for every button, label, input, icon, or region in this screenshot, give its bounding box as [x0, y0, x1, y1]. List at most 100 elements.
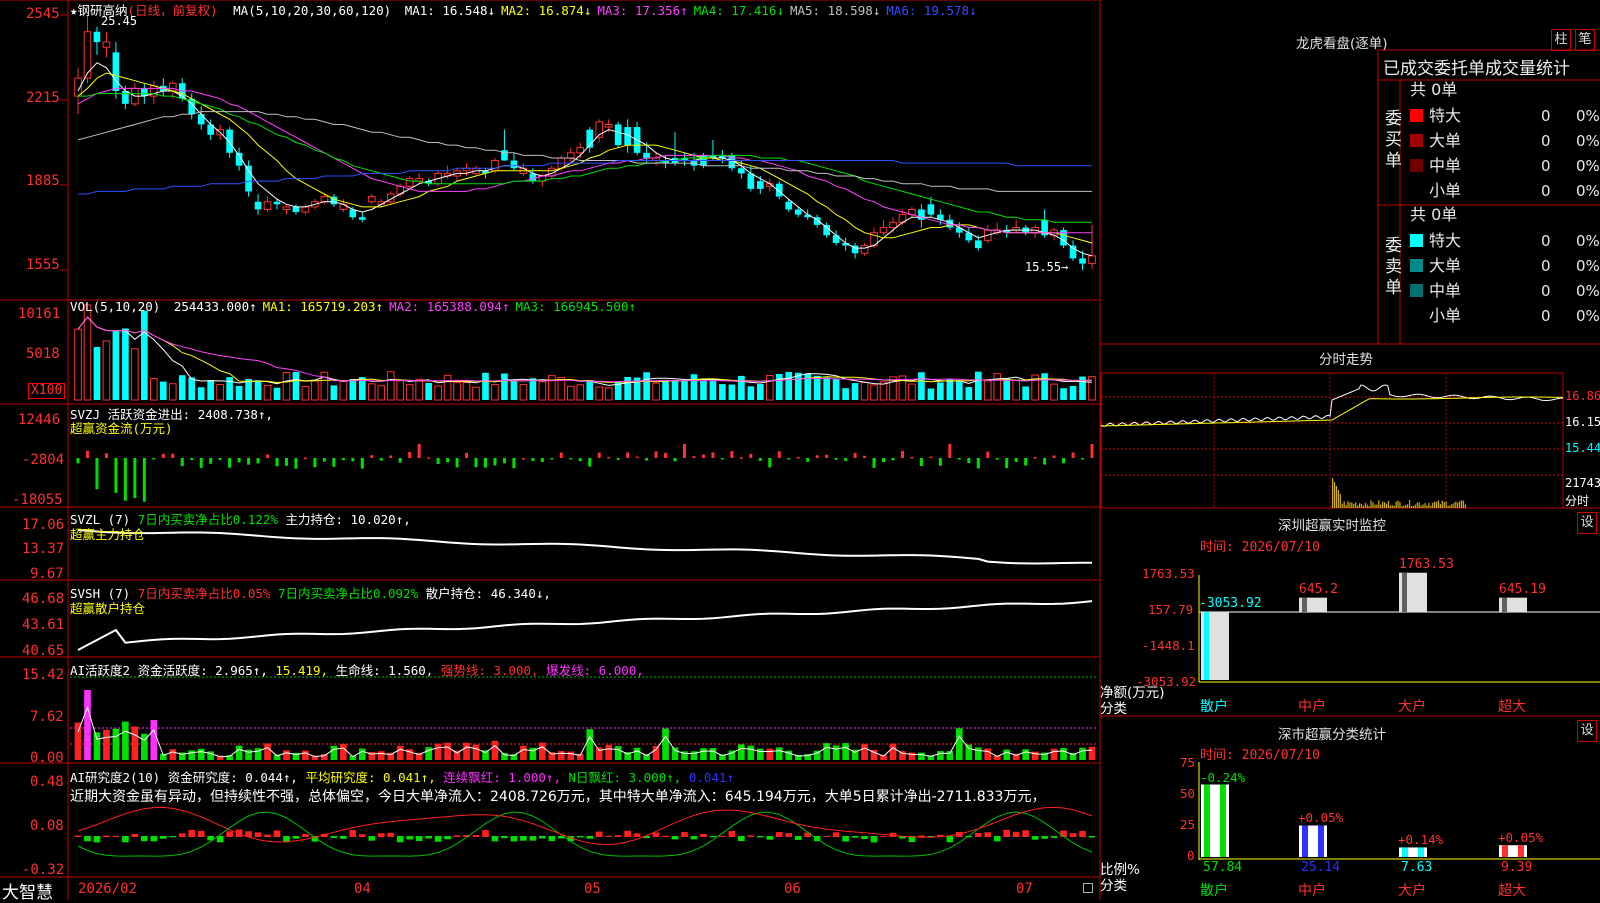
- ai-research-l5: 0.041↑: [688, 770, 734, 785]
- buy-row-label: 中单: [1429, 156, 1462, 175]
- volume-bar: [462, 382, 471, 401]
- fund-flow-bar: [569, 458, 573, 460]
- fund-flow-bar: [919, 458, 923, 467]
- activity-bar: [150, 720, 158, 760]
- intraday-vol-label: 21743: [1565, 476, 1600, 490]
- research-bar: [662, 835, 669, 837]
- research-bar: [880, 835, 887, 837]
- fund-flow-bar: [967, 458, 971, 464]
- research-bar: [178, 833, 186, 837]
- sell-row-count: 0: [1541, 307, 1551, 325]
- research-bar: [264, 834, 271, 837]
- fund-flow-bar: [701, 454, 705, 458]
- research-bar: [775, 832, 783, 837]
- activity-bar: [235, 745, 243, 760]
- candle-body: [112, 52, 120, 91]
- intraday-volume-bar: [1399, 502, 1401, 508]
- activity-bar: [491, 740, 499, 760]
- low-price-label: 15.55→: [1025, 260, 1069, 274]
- intraday-volume-bar: [1460, 500, 1463, 508]
- bar-mode-button[interactable]: 柱: [1551, 29, 1571, 51]
- research-bar: [728, 831, 736, 837]
- vol-header: VOL(5,10,20) 254433.000↑ MA1: 165719.203↑…: [70, 299, 636, 314]
- research-bar: [757, 836, 764, 838]
- candle-body: [320, 196, 329, 203]
- y-tick: 0.08: [30, 818, 64, 834]
- lock-icon[interactable]: [1083, 883, 1093, 893]
- research-bar: [1069, 833, 1077, 837]
- intraday-y-tick: 16.15: [1565, 415, 1600, 429]
- volume-bar: [1050, 383, 1058, 401]
- x-axis-label: 06: [784, 881, 801, 897]
- fund-flow-bar: [815, 455, 819, 458]
- color-swatch: [1410, 184, 1423, 197]
- buy-row-pct: 0%: [1576, 157, 1600, 175]
- sz-monitor-settings-button[interactable]: 设: [1577, 512, 1597, 534]
- intraday-volume-bar: [1437, 500, 1440, 508]
- candle-body: [301, 206, 310, 213]
- research-bar: [861, 836, 868, 839]
- intraday-volume-bar: [1339, 494, 1341, 508]
- volume-bar: [102, 340, 111, 401]
- sz-value-label: 645.19: [1499, 581, 1546, 597]
- fund-flow-bar: [910, 456, 914, 459]
- volume-bar: [860, 381, 869, 401]
- volume-bar: [1012, 380, 1021, 401]
- period-label[interactable]: (日线，前复权): [128, 3, 218, 18]
- intraday-volume-bar: [1445, 501, 1447, 508]
- activity-bar: [1060, 748, 1067, 760]
- candlestick-chart[interactable]: [0, 0, 1600, 900]
- svzj-subtitle: 超赢资金流(万元): [70, 421, 173, 436]
- fund-flow-bar: [882, 458, 886, 463]
- fund-flow-bar: [247, 458, 251, 465]
- intraday-volume-bar: [1366, 504, 1368, 508]
- tick-mode-button[interactable]: 笔: [1575, 29, 1595, 51]
- activity-bar: [652, 746, 660, 760]
- research-bar: [349, 830, 357, 837]
- research-bar: [491, 836, 499, 842]
- intraday-volume-bar: [1451, 504, 1453, 508]
- research-bar: [794, 836, 802, 840]
- research-bar: [510, 836, 518, 842]
- candle-body: [757, 181, 764, 189]
- sz-y-tick: 157.79: [1148, 602, 1194, 617]
- intraday-volume-bar: [1380, 504, 1382, 508]
- fund-flow-bar: [521, 457, 525, 460]
- research-bar: [624, 830, 631, 837]
- class-category-label: 大户: [1398, 883, 1426, 899]
- volume-bar: [956, 381, 963, 400]
- sz-class-settings-button[interactable]: 设: [1577, 720, 1597, 742]
- fund-flow-bar: [351, 458, 355, 462]
- candle-body: [168, 82, 177, 92]
- fund-flow-bar: [474, 458, 478, 468]
- intraday-volume-bar: [1434, 501, 1436, 508]
- fund-flow-bar: [825, 454, 829, 458]
- fund-flow-bar: [758, 458, 762, 461]
- ai-active-l5: 爆发线: 6.000,: [546, 663, 644, 678]
- fund-flow-bar: [1052, 455, 1056, 458]
- volume-bar: [216, 384, 224, 401]
- intraday-volume-bar: [1457, 502, 1459, 508]
- research-bar: [74, 835, 82, 837]
- activity-bar: [103, 729, 110, 760]
- volume-bar: [785, 372, 793, 400]
- research-bar: [719, 835, 726, 837]
- vol-unit[interactable]: X100: [28, 383, 66, 399]
- ma-value-3: MA3: 17.356↑: [597, 3, 688, 18]
- fund-flow-bar: [133, 458, 137, 499]
- buy-row-label: 大单: [1429, 131, 1462, 150]
- volume-bar: [339, 380, 348, 401]
- activity-bar: [1088, 746, 1096, 760]
- sell-row-pct: 0%: [1576, 232, 1600, 250]
- candle-body: [1088, 255, 1096, 265]
- research-bar: [453, 835, 461, 837]
- fund-flow-bar: [104, 453, 108, 458]
- fund-flow-bar: [379, 458, 383, 461]
- brand-logo[interactable]: 大智慧: [2, 878, 53, 903]
- fund-flow-bar: [209, 458, 213, 464]
- fund-flow-bar: [1033, 456, 1037, 459]
- volume-bar: [311, 380, 319, 401]
- fund-flow-bar: [1062, 458, 1066, 464]
- research-bar: [169, 836, 177, 838]
- sz-category-label: 超大: [1498, 699, 1526, 715]
